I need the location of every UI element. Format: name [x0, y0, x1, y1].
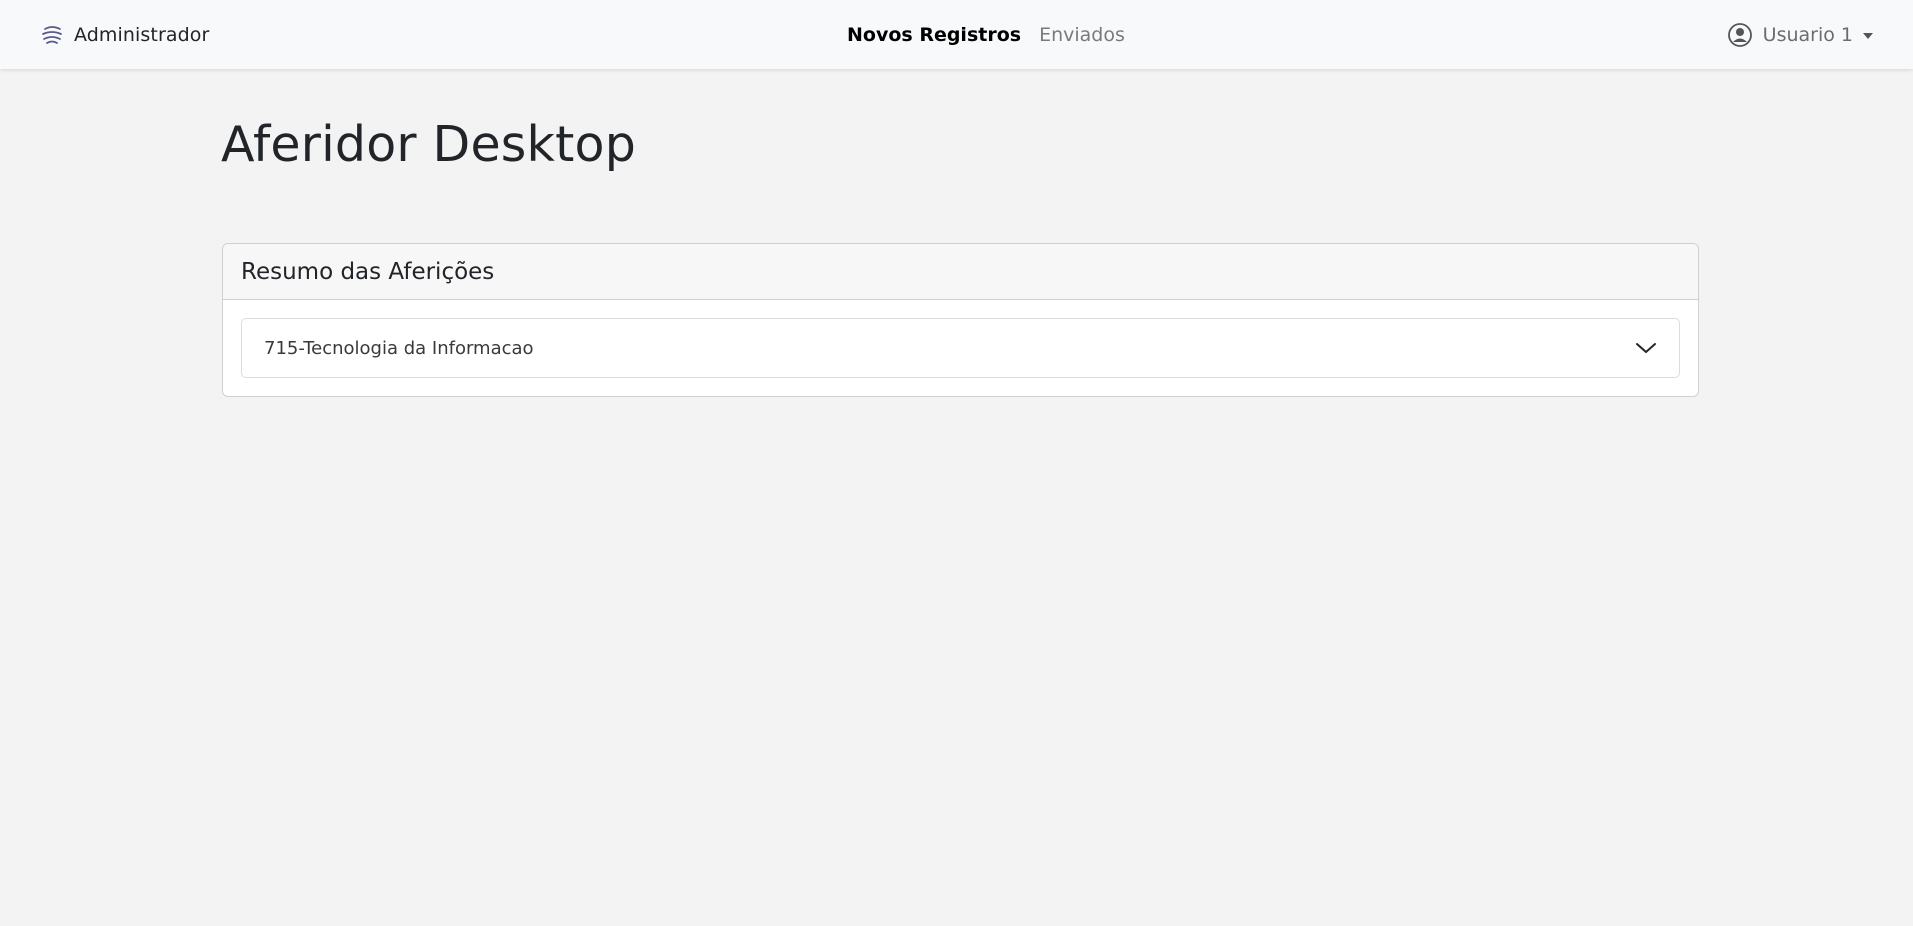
nav-link-novos-registros[interactable]: Novos Registros	[847, 24, 1021, 46]
user-circle-icon	[1727, 22, 1753, 48]
main-nav: Novos Registros Enviados	[847, 20, 1125, 50]
brand-link[interactable]: Administrador	[38, 20, 209, 50]
layers-logo-icon	[38, 21, 66, 49]
card-header: Resumo das Aferições	[223, 244, 1698, 300]
nav-link-enviados[interactable]: Enviados	[1039, 24, 1125, 46]
page-title: Aferidor Desktop	[221, 116, 637, 173]
accordion-item-label: 715-Tecnologia da Informacao	[264, 337, 534, 359]
card-title: Resumo das Aferições	[241, 258, 495, 285]
user-name: Usuario 1	[1762, 24, 1853, 46]
accordion-item-tecnologia[interactable]: 715-Tecnologia da Informacao	[241, 318, 1680, 378]
user-menu-toggle[interactable]: Usuario 1	[1727, 18, 1873, 52]
chevron-down-icon	[1635, 341, 1657, 355]
top-navbar: Administrador Novos Registros Enviados U…	[0, 0, 1913, 69]
brand-label: Administrador	[74, 24, 210, 46]
caret-down-icon	[1863, 33, 1873, 39]
summary-card: Resumo das Aferições 715-Tecnologia da I…	[222, 243, 1699, 397]
